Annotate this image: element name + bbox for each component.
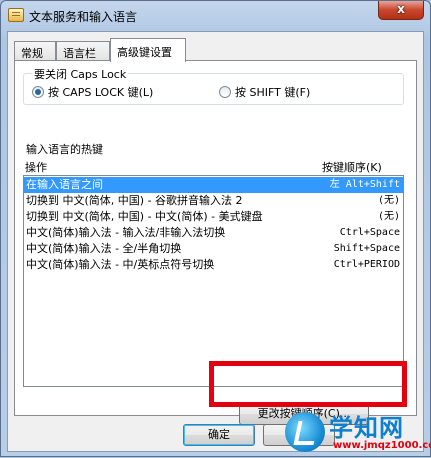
keyboard-app-icon bbox=[8, 8, 24, 22]
shift-key-label: 按 SHIFT 键(F) bbox=[235, 86, 311, 99]
hotkey-key: 左 Alt+Shift bbox=[329, 179, 400, 190]
hotkey-action: 在输入语言之间 bbox=[26, 178, 103, 191]
caps-lock-group-label: 要关闭 Caps Lock bbox=[32, 66, 129, 82]
hotkey-key: Ctrl+Space bbox=[339, 227, 400, 238]
shift-key-option[interactable]: 按 SHIFT 键(F) bbox=[219, 84, 310, 100]
hotkey-action: 中文(简体)输入法 - 中/英标点符号切换 bbox=[26, 258, 215, 271]
hotkey-action: 切换到 中文(简体, 中国) - 中文(简体) - 美式键盘 bbox=[26, 210, 263, 223]
dialog-window: 文本服务和输入语言 x 常规 语言栏 高级键设置 要关闭 Caps Lock 按… bbox=[0, 0, 431, 457]
caps-lock-key-label: 按 CAPS LOCK 键(L) bbox=[48, 86, 154, 99]
hotkey-key: Shift+Space bbox=[333, 243, 400, 254]
hotkey-row[interactable]: 切换到 中文(简体, 中国) - 中文(简体) - 美式键盘 (无) bbox=[24, 209, 403, 225]
hotkey-action: 中文(简体)输入法 - 全/半角切换 bbox=[26, 242, 182, 255]
column-header-action[interactable]: 操作 bbox=[25, 159, 47, 175]
close-icon: x bbox=[397, 2, 405, 16]
hotkey-row[interactable]: 中文(简体)输入法 - 中/英标点符号切换 Ctrl+PERIOD bbox=[24, 257, 403, 273]
radio-unselected-icon bbox=[219, 86, 231, 98]
window-title: 文本服务和输入语言 bbox=[29, 10, 138, 24]
hotkeys-list[interactable]: 在输入语言之间 左 Alt+Shift 切换到 中文(简体, 中国) - 谷歌拼… bbox=[23, 175, 404, 387]
hotkey-row[interactable]: 在输入语言之间 左 Alt+Shift bbox=[24, 177, 403, 193]
tab-language-bar[interactable]: 语言栏 bbox=[56, 41, 110, 61]
hotkey-key: (无) bbox=[377, 211, 400, 222]
tab-general[interactable]: 常规 bbox=[14, 41, 56, 61]
hotkey-key: (无) bbox=[377, 195, 400, 206]
hotkey-row[interactable]: 切换到 中文(简体, 中国) - 谷歌拼音输入法 2 (无) bbox=[24, 193, 403, 209]
hotkey-action: 切换到 中文(简体, 中国) - 谷歌拼音输入法 2 bbox=[26, 194, 243, 207]
tab-advanced-key-settings[interactable]: 高级键设置 bbox=[110, 38, 186, 62]
title-bar[interactable]: 文本服务和输入语言 x bbox=[1, 1, 430, 31]
hotkey-action: 中文(简体)输入法 - 输入法/非输入法切换 bbox=[26, 226, 226, 239]
highlight-annotation-box bbox=[209, 361, 407, 407]
caps-lock-key-option[interactable]: 按 CAPS LOCK 键(L) bbox=[32, 84, 153, 100]
hotkey-key: Ctrl+PERIOD bbox=[333, 259, 400, 270]
ok-button[interactable]: 确定 bbox=[183, 424, 255, 446]
caps-lock-group: 要关闭 Caps Lock 按 CAPS LOCK 键(L) 按 SHIFT 键… bbox=[23, 66, 404, 105]
watermark-url: www.jmqz1000.com bbox=[333, 440, 431, 451]
watermark-logo-icon bbox=[285, 412, 325, 452]
radio-selected-icon bbox=[32, 86, 44, 98]
column-header-key-sequence[interactable]: 按键顺序(K) bbox=[322, 159, 382, 175]
hotkeys-group-label: 输入语言的热键 bbox=[24, 141, 105, 157]
close-button[interactable]: x bbox=[378, 1, 424, 20]
hotkey-row[interactable]: 中文(简体)输入法 - 输入法/非输入法切换 Ctrl+Space bbox=[24, 225, 403, 241]
site-watermark: 学知网 www.jmqz1000.com bbox=[283, 404, 431, 458]
watermark-name: 学知网 bbox=[329, 414, 404, 442]
hotkey-row[interactable]: 中文(简体)输入法 - 全/半角切换 Shift+Space bbox=[24, 241, 403, 257]
